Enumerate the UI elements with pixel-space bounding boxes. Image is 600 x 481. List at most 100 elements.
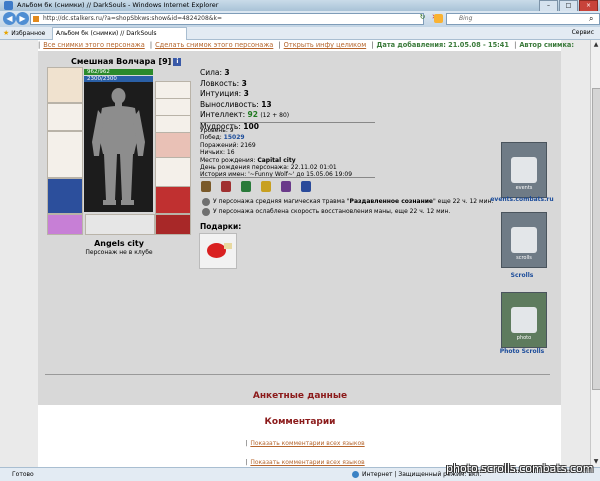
tools-menu[interactable]: Сервис [572, 29, 594, 36]
gift-item[interactable] [199, 233, 237, 269]
stat-strength: Сила: 3 [200, 68, 289, 79]
forward-button[interactable]: ▶ [16, 12, 29, 25]
character-avatar[interactable] [84, 82, 153, 212]
weapon-slot[interactable] [47, 131, 83, 178]
bing-icon [434, 14, 443, 23]
effect-text: У персонажа средняя магическая травма " [213, 198, 350, 205]
stat-label: Выносливость: [200, 99, 259, 109]
ie-app-icon [4, 1, 13, 10]
bracer-slot[interactable] [47, 103, 83, 131]
favorites-button[interactable]: ★ Избранное [3, 29, 45, 37]
shield-slot[interactable] [155, 157, 191, 187]
stat-label: Интуиция: [200, 89, 242, 98]
events-banner[interactable]: events [501, 142, 547, 198]
search-icon[interactable]: ⌕ [589, 14, 593, 24]
stat-value: 3 [241, 78, 247, 88]
info-icon[interactable]: i [173, 57, 182, 66]
badge-icon[interactable] [221, 181, 231, 192]
effect-item: У персонажа ослаблена скорость восстанов… [202, 207, 493, 217]
silhouette-icon [92, 88, 145, 205]
address-input[interactable]: http://dc.stalkers.ru/?a=shopSbkws:show&… [30, 13, 424, 25]
boots-slot[interactable] [155, 214, 191, 235]
trauma-icon [202, 197, 210, 206]
scroll-up-icon[interactable]: ▲ [591, 40, 600, 50]
stat-value: 92 [247, 110, 258, 119]
stat-label: Ловкость: [200, 78, 240, 88]
badge-icon[interactable] [241, 181, 251, 192]
comments-link-row: | Показать комментарии всех языков [245, 440, 365, 447]
character-location: Angels city [94, 239, 144, 248]
back-button[interactable]: ◀ [3, 12, 16, 25]
open-info-link[interactable]: Открыть инфу целиком [284, 41, 367, 49]
effect-name: Раздавленное сознание [349, 198, 433, 205]
hp-bar: 962/962 [84, 69, 153, 75]
stat-value: 13 [261, 99, 272, 109]
address-toolbar: ◀ ▶ http://dc.stalkers.ru/?a=shopSbkws:s… [0, 11, 600, 27]
info-label: Место рождения: [200, 156, 256, 164]
info-value: 15029 [223, 134, 245, 142]
browser-tab[interactable]: Альбом бк (снимки) // DarkSouls [52, 27, 187, 40]
info-level: Уровень: 9 [200, 127, 234, 134]
stat-label: Сила: [200, 68, 223, 77]
snapshot-author: Автор снимка: [519, 41, 575, 49]
helmet-slot[interactable] [47, 67, 83, 103]
character-level: [9] [158, 57, 172, 66]
clan-status: Персонаж не в клубе [85, 249, 153, 256]
vitals-bars: 962/962 2300/2300 [84, 69, 153, 83]
badge-icon[interactable] [201, 181, 211, 192]
belt-slot[interactable] [47, 214, 83, 235]
scrolls-link[interactable]: Scrolls [482, 272, 562, 279]
rings-slot[interactable] [155, 115, 191, 133]
effects-list: У персонажа средняя магическая травма "Р… [202, 197, 493, 217]
address-url: http://dc.stalkers.ru/?a=shopSbkws:show&… [43, 15, 222, 22]
character-name-line: Смешная Волчара [9] i [71, 57, 182, 66]
info-label: Побед: [200, 134, 222, 142]
star-icon: ★ [3, 29, 10, 37]
divider [200, 177, 375, 178]
title-bar: Альбом бк (снимки) // DarkSouls - Window… [0, 0, 600, 12]
gift-tag-icon [224, 243, 232, 249]
scroll-thumb[interactable] [592, 88, 600, 390]
comments-heading: Комментарии [264, 417, 336, 427]
pants-slot[interactable] [155, 186, 191, 214]
divider [200, 122, 375, 123]
banner-text: events [515, 185, 533, 191]
gifts-label: Подарки: [200, 222, 242, 231]
favorites-label: Избранное [11, 30, 46, 37]
all-snapshots-link[interactable]: Все снимки этого персонажа [43, 41, 145, 49]
badges-row [201, 181, 311, 192]
take-snapshot-link[interactable]: Сделать снимок этого персонажа [155, 41, 273, 49]
photo-scrolls-link[interactable]: Photo Scrolls [482, 348, 562, 355]
photo-scrolls-banner[interactable]: photo [501, 292, 547, 348]
gloves-slot[interactable] [155, 132, 191, 158]
character-name: Смешная Волчара [71, 57, 156, 66]
stat-intuition: Интуиция: 3 [200, 89, 289, 100]
status-text: Готово [12, 471, 34, 478]
earring-slot[interactable] [155, 81, 191, 99]
armor-slot[interactable] [47, 178, 83, 214]
badge-icon[interactable] [261, 181, 271, 192]
search-input[interactable]: Bing [446, 13, 600, 25]
banner-text: photo [516, 335, 532, 341]
show-comments-link[interactable]: Показать комментарии всех языков [250, 459, 364, 466]
ring-slot[interactable] [85, 214, 155, 235]
refresh-icon[interactable]: ↻ [418, 13, 427, 22]
info-birthday: День рождения персонажа: 22.11.02 01:01 [200, 164, 337, 172]
stat-label: Интеллект: [200, 110, 246, 119]
show-comments-link[interactable]: Показать комментарии всех языков [250, 440, 364, 447]
stat-agility: Ловкость: 3 [200, 79, 289, 90]
effect-text: У персонажа ослаблена скорость восстанов… [213, 208, 451, 215]
vertical-scrollbar[interactable]: ▲ ▼ [590, 40, 600, 467]
photo-emblem-icon [511, 307, 537, 333]
scrolls-banner[interactable]: scrolls [501, 212, 547, 268]
info-wins: Побед: 15029 [200, 134, 352, 141]
amulet-slot[interactable] [155, 98, 191, 116]
events-link[interactable]: events.combats.ru [482, 196, 562, 203]
comments-link-row: | Показать комментарии всех языков [245, 459, 365, 466]
badge-icon[interactable] [281, 181, 291, 192]
events-emblem-icon [511, 157, 537, 183]
scrolls-emblem-icon [511, 227, 537, 253]
mana-debuff-icon [202, 207, 210, 216]
watermark: photo.scrolls.combats.com [446, 462, 594, 475]
badge-icon[interactable] [301, 181, 311, 192]
